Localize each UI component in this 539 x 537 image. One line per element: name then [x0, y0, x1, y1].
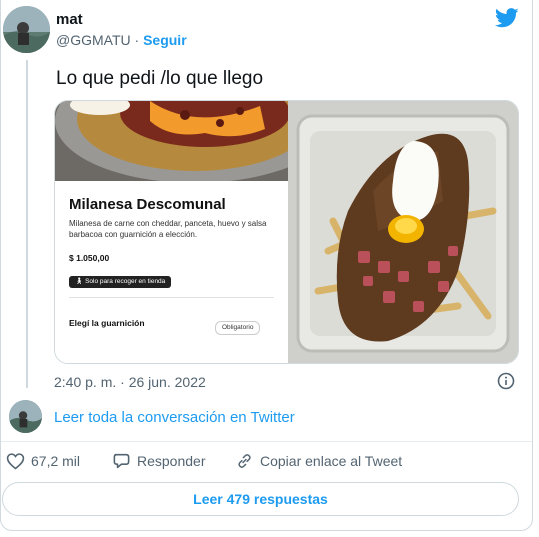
tweet-timestamp[interactable]: 2:40 p. m. · 26 jun. 2022 — [54, 374, 206, 390]
author-avatar[interactable] — [3, 6, 50, 53]
menu-screenshot-photo[interactable]: Milanesa Descomunal Milanesa de carne co… — [55, 101, 288, 363]
like-action[interactable]: 67,2 mil — [6, 452, 80, 470]
conversation-avatar[interactable] — [9, 400, 42, 433]
read-replies-button[interactable]: Leer 479 respuestas — [2, 482, 519, 516]
handle-separator: · — [130, 32, 144, 48]
required-badge: Obligatorio — [215, 321, 261, 335]
read-conversation-link[interactable]: Leer toda la conversación en Twitter — [54, 409, 295, 426]
speech-bubble-icon — [113, 453, 130, 469]
advertised-milanesa-image — [55, 101, 288, 181]
menu-item-title: Milanesa Descomunal — [69, 196, 226, 213]
embedded-tweet-card: mat @GGMATU · Seguir Lo que pedi /lo que… — [0, 0, 533, 531]
menu-item-description: Milanesa de carne con cheddar, panceta, … — [69, 219, 267, 239]
copy-link-label: Copiar enlace al Tweet — [260, 453, 403, 469]
walking-person-icon: 🚶︎ — [75, 278, 86, 285]
pickup-only-badge: 🚶︎ Solo para recoger en tienda — [69, 276, 172, 288]
twitter-bird-icon[interactable] — [494, 8, 519, 33]
link-icon — [238, 454, 251, 468]
tweet-media[interactable]: Milanesa Descomunal Milanesa de carne co… — [54, 100, 519, 364]
author-name[interactable]: mat — [56, 11, 83, 28]
tweet-text: Lo que pedi /lo que llego — [56, 68, 264, 89]
reply-label: Responder — [137, 453, 206, 469]
divider — [1, 441, 532, 442]
side-dish-label: Elegí la guarnición — [69, 318, 145, 328]
author-handle-row: @GGMATU · Seguir — [56, 32, 187, 48]
menu-item-price: $ 1.050,00 — [69, 253, 110, 263]
likes-count: 67,2 mil — [31, 453, 81, 469]
received-food-photo[interactable] — [288, 101, 518, 363]
reply-action[interactable]: Responder — [112, 452, 206, 470]
heart-icon — [6, 453, 25, 470]
pickup-only-badge-label: Solo para recoger en tienda — [85, 278, 166, 285]
thread-line — [26, 60, 28, 388]
menu-divider — [69, 297, 274, 298]
info-icon[interactable] — [497, 372, 515, 390]
follow-button[interactable]: Seguir — [143, 32, 187, 48]
copy-link-action[interactable]: Copiar enlace al Tweet — [235, 452, 402, 470]
author-handle[interactable]: @GGMATU — [56, 32, 131, 48]
